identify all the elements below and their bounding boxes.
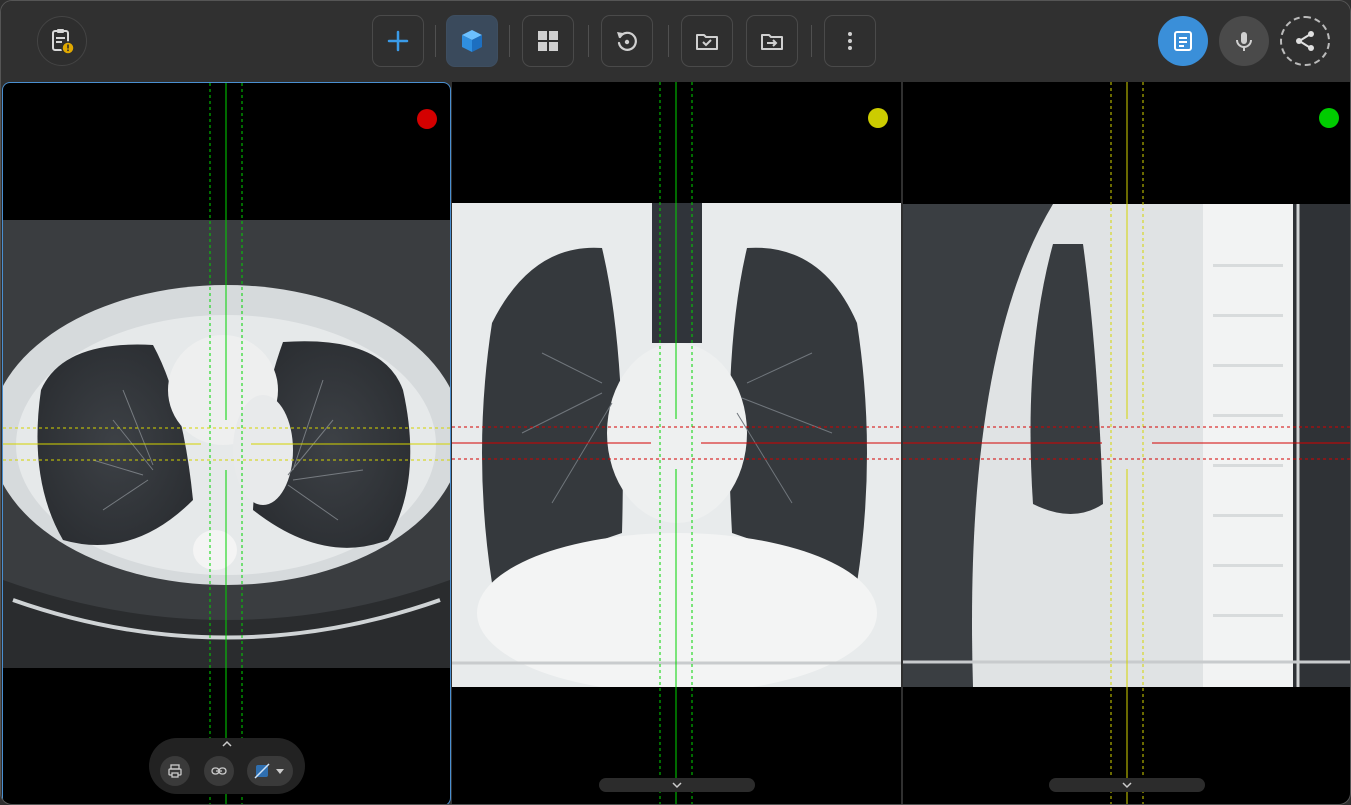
- viewport-expand-handle[interactable]: [599, 778, 755, 792]
- app-window: [0, 0, 1351, 805]
- folder-export-button[interactable]: [746, 15, 798, 67]
- toolbar-separator: [509, 25, 510, 57]
- toolbar-separator: [435, 25, 436, 57]
- report-button[interactable]: [37, 16, 87, 66]
- microphone-button[interactable]: [1219, 16, 1269, 66]
- viewport-marker-yellow: [868, 108, 888, 128]
- add-button[interactable]: [372, 15, 424, 67]
- share-button[interactable]: [1280, 16, 1330, 66]
- document-icon: [1174, 31, 1192, 51]
- folder-check-button[interactable]: [681, 15, 733, 67]
- folder-arrow-icon: [761, 34, 783, 50]
- notes-button[interactable]: [1158, 16, 1208, 66]
- viewport-coronal[interactable]: [452, 82, 901, 804]
- toolbar-separator: [588, 25, 589, 57]
- reset-button[interactable]: [601, 15, 653, 67]
- chevron-down-icon: [672, 782, 682, 789]
- more-vertical-icon: [848, 32, 852, 50]
- chevron-up-icon[interactable]: [222, 740, 232, 748]
- viewport-action-tray: [149, 738, 305, 794]
- rotate-ccw-icon: [617, 31, 637, 51]
- link-icon: [211, 767, 227, 775]
- printer-icon: [168, 764, 182, 778]
- share-icon: [1296, 31, 1314, 51]
- viewport-axial[interactable]: [2, 82, 451, 804]
- ct-axial-image: [3, 220, 450, 668]
- overlay-toggle-button[interactable]: [247, 756, 293, 786]
- viewport-marker-red: [417, 109, 437, 129]
- top-toolbar: [1, 1, 1350, 81]
- ct-coronal-image: [452, 203, 901, 687]
- folder-check-icon: [696, 34, 718, 50]
- overlay-off-icon: [254, 763, 284, 779]
- mic-icon: [1236, 32, 1252, 51]
- print-button[interactable]: [160, 756, 190, 786]
- chevron-down-icon: [1122, 782, 1132, 789]
- ct-sagittal-image: [903, 204, 1350, 687]
- toolbar-separator: [811, 25, 812, 57]
- more-button[interactable]: [824, 15, 876, 67]
- clipboard-warning-icon: [52, 29, 75, 55]
- viewport-marker-green: [1319, 108, 1339, 128]
- layout-grid-button[interactable]: [522, 15, 574, 67]
- viewport-sagittal[interactable]: [903, 82, 1350, 804]
- plus-icon: [387, 30, 409, 52]
- cube-icon: [462, 30, 482, 52]
- 3d-cube-button[interactable]: [446, 15, 498, 67]
- link-button[interactable]: [204, 756, 234, 786]
- grid-icon: [538, 31, 558, 51]
- viewport-expand-handle[interactable]: [1049, 778, 1205, 792]
- toolbar-separator: [668, 25, 669, 57]
